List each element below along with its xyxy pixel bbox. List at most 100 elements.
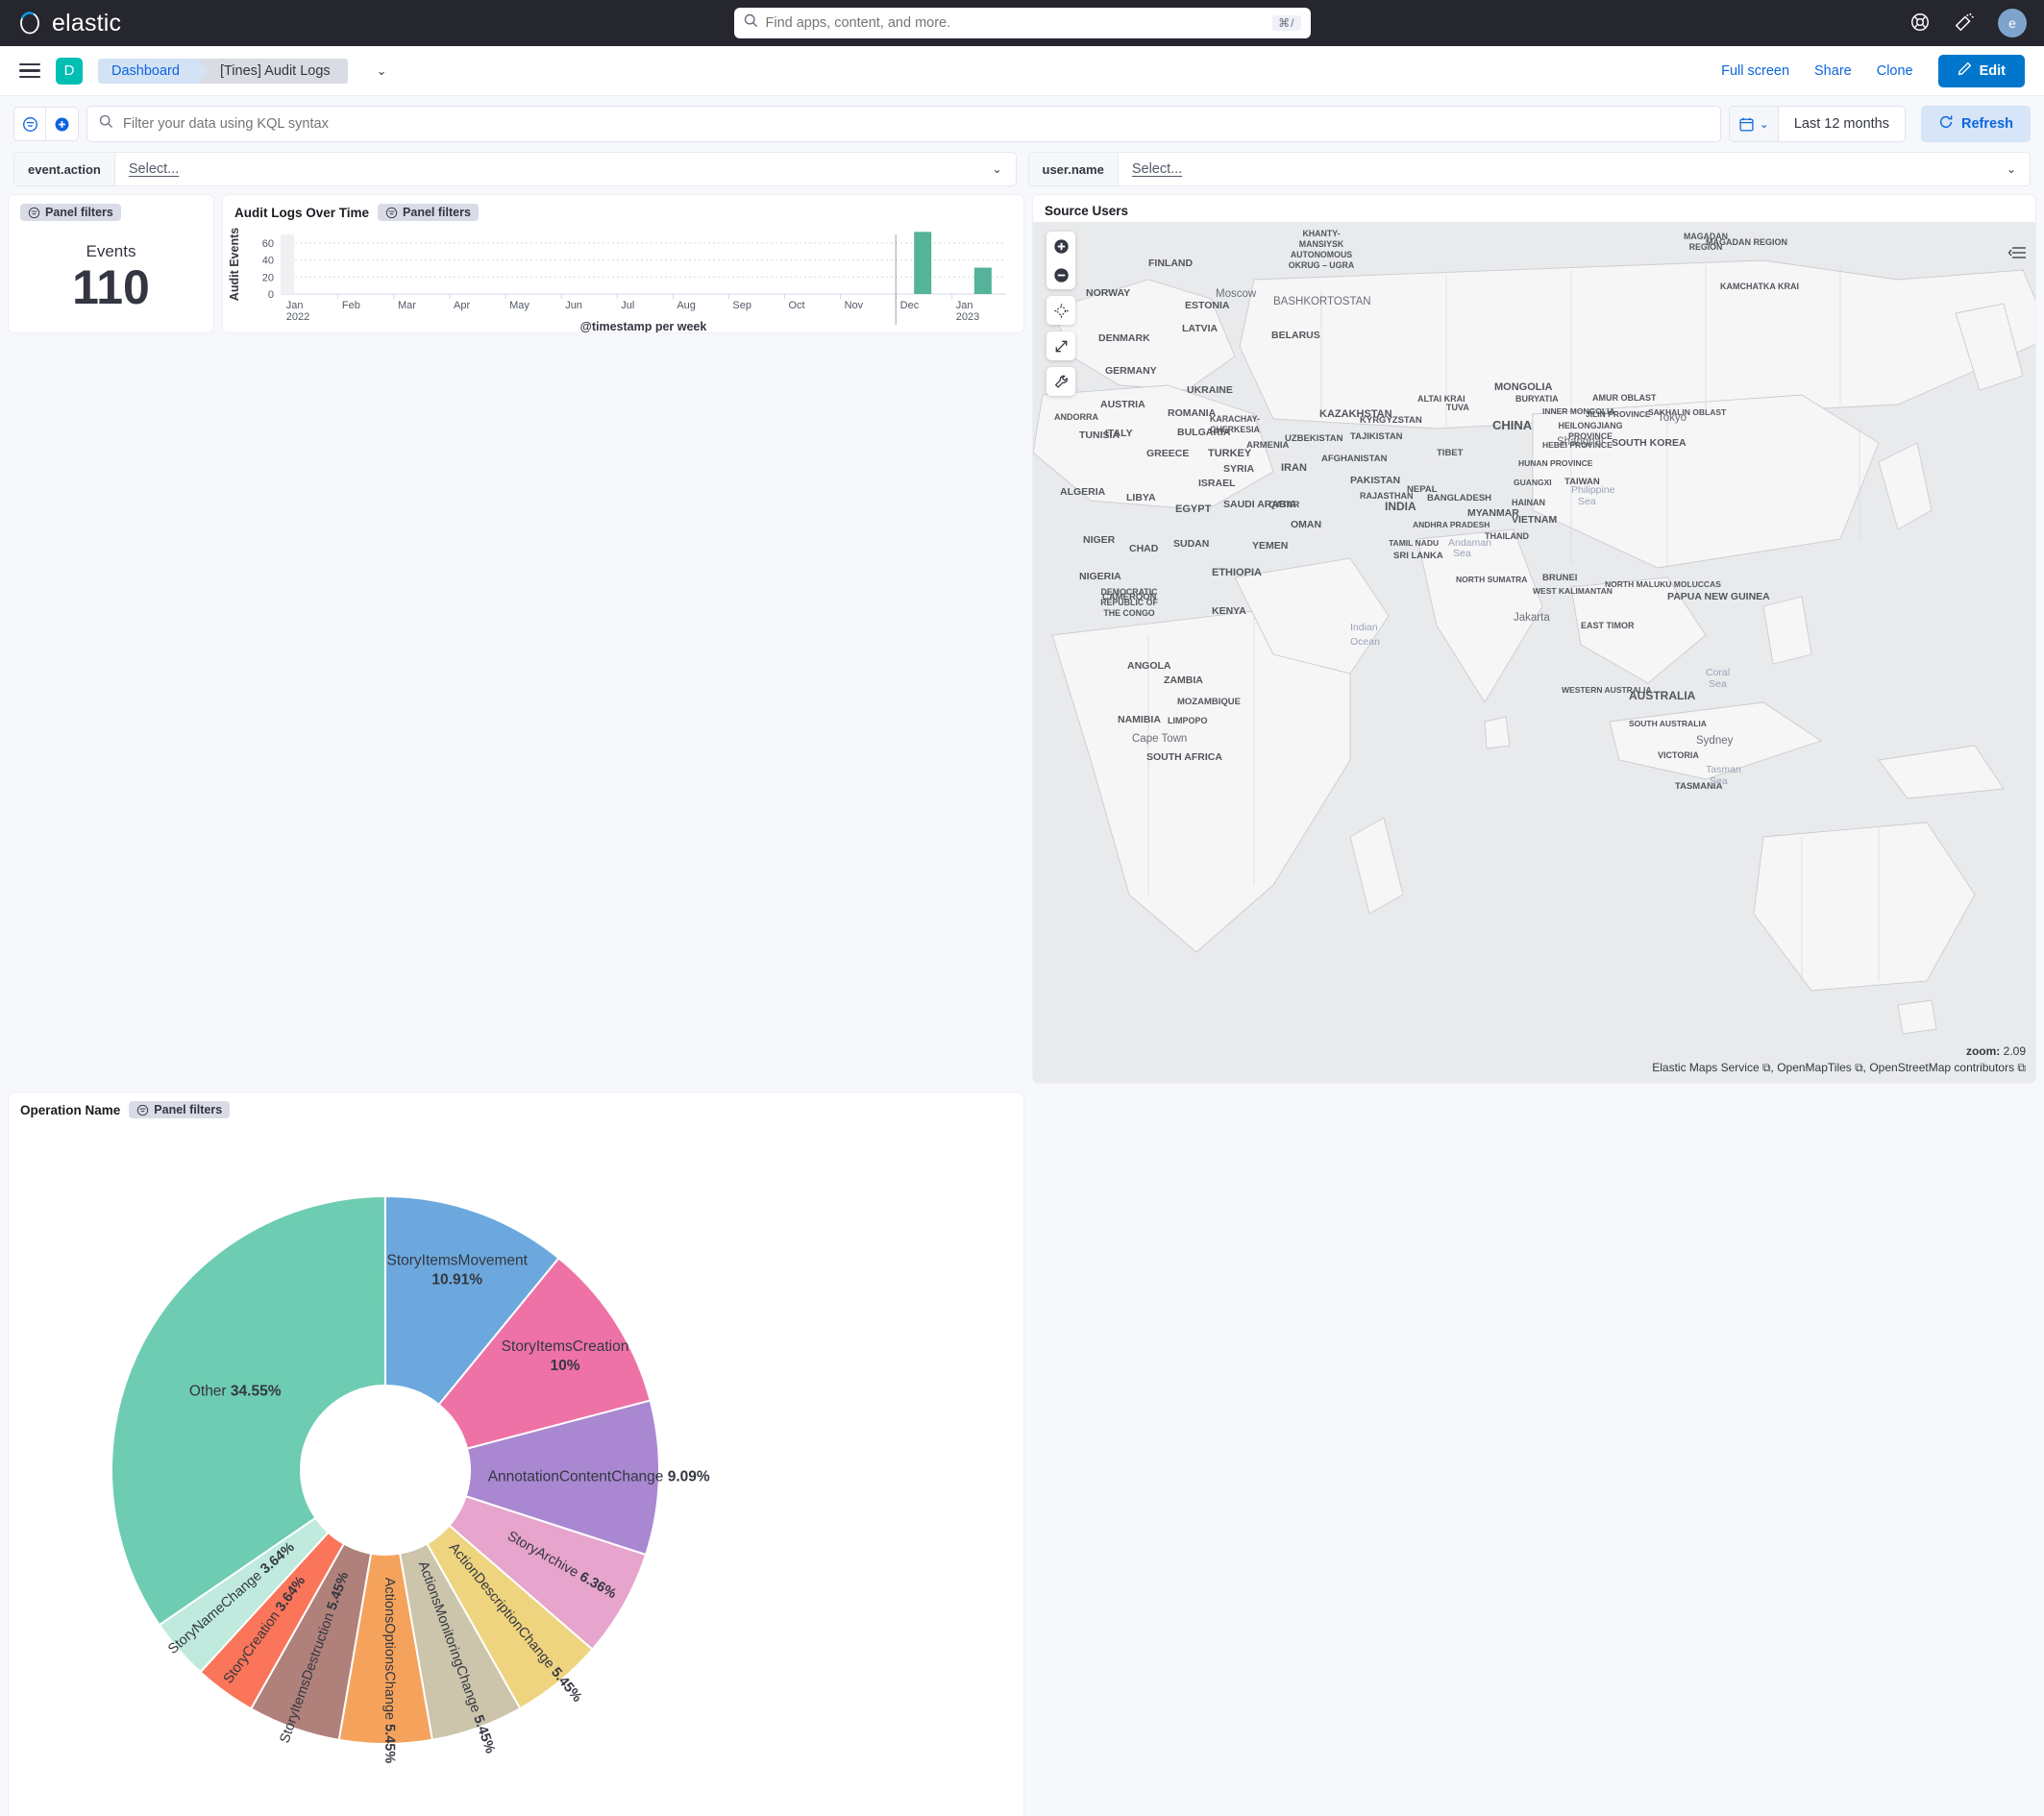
megaphone-icon[interactable] xyxy=(1954,12,1977,35)
map-country-label: EAST TIMOR xyxy=(1581,621,1635,630)
map-country-label: DEMOCRATIC xyxy=(1101,587,1159,597)
map-country-label: ANDHRA PRADESH xyxy=(1413,520,1490,529)
slice-label: StoryItemsCreation xyxy=(502,1338,629,1355)
map-country-label: CHERKESIA xyxy=(1210,425,1260,434)
svg-text:10%: 10% xyxy=(551,1358,580,1374)
breadcrumb-bar: D Dashboard [Tines] Audit Logs ⌄ Full sc… xyxy=(0,46,2044,96)
map-water-label: Tasman xyxy=(1706,764,1741,775)
panel-operation-name: Operation Name Panel filters StoryItemsM… xyxy=(8,1092,1024,1816)
clone-button[interactable]: Clone xyxy=(1877,63,1913,79)
map-country-label: LIBYA xyxy=(1126,492,1156,503)
map-water-label: Sea xyxy=(1578,496,1596,507)
x-tick-label: Nov xyxy=(845,300,864,311)
map-legend-toggle-icon[interactable] xyxy=(2008,245,2028,265)
refresh-button[interactable]: Refresh xyxy=(1921,106,2031,142)
global-search-box[interactable]: ⌘/ xyxy=(734,8,1311,38)
expand-icon[interactable] xyxy=(1047,331,1075,360)
map-country-label: AFGHANISTAN xyxy=(1321,454,1388,464)
refresh-icon xyxy=(1938,114,1954,134)
global-search-input[interactable] xyxy=(766,15,1266,31)
x-tick-label: Sep xyxy=(732,300,751,311)
chevron-down-icon[interactable]: ⌄ xyxy=(377,63,387,79)
avatar[interactable]: e xyxy=(1998,9,2027,37)
time-series-chart[interactable]: 0204060Jan2022FebMarAprMayJunJulAugSepOc… xyxy=(223,225,1024,332)
menu-icon[interactable] xyxy=(19,63,40,79)
map-water-label: Sea xyxy=(1709,678,1727,690)
control-label: user.name xyxy=(1029,153,1119,185)
zoom-out-icon[interactable] xyxy=(1047,260,1075,289)
zoom-in-icon[interactable] xyxy=(1047,232,1075,260)
control-user-name[interactable]: user.name Select... ⌄ xyxy=(1028,152,2032,186)
calendar-icon-button[interactable]: ⌄ xyxy=(1729,106,1779,142)
full-screen-button[interactable]: Full screen xyxy=(1721,63,1789,79)
chevron-down-icon[interactable]: ⌄ xyxy=(1993,162,2030,176)
map-country-label: ARMENIA xyxy=(1246,440,1289,451)
map-country-label: WESTERN AUSTRALIA xyxy=(1562,685,1652,695)
svg-text:2023: 2023 xyxy=(956,311,979,323)
map-attribution: zoom: 2.09 Elastic Maps Service ⧉, OpenM… xyxy=(1652,1044,2026,1075)
crosshair-icon[interactable] xyxy=(1047,296,1075,325)
global-header: elastic ⌘/ e xyxy=(0,0,2044,46)
panel-filters-label: Panel filters xyxy=(45,206,113,219)
elastic-logo-icon xyxy=(17,11,42,36)
map-country-label: NIGER xyxy=(1083,534,1116,546)
chevron-down-icon[interactable]: ⌄ xyxy=(978,162,1015,176)
map-locate-group xyxy=(1047,296,1075,325)
chevron-down-icon: ⌄ xyxy=(1760,117,1769,131)
bar[interactable] xyxy=(974,268,992,294)
control-value[interactable]: Select... xyxy=(1119,161,1993,177)
slice-label: StoryItemsMovement xyxy=(386,1253,528,1269)
map-country-label: NAMIBIA xyxy=(1118,714,1161,725)
map-country-label: OKRUG – UGRA xyxy=(1289,260,1355,270)
map-country-label: NORWAY xyxy=(1086,287,1130,299)
share-button[interactable]: Share xyxy=(1814,63,1852,79)
add-filter-icon[interactable] xyxy=(46,107,79,141)
map-landmass xyxy=(1898,1000,1936,1034)
map-zoom-level: zoom: 2.09 xyxy=(1652,1044,2026,1058)
control-value[interactable]: Select... xyxy=(115,161,979,177)
map-country-label: CHAD xyxy=(1129,543,1159,554)
control-event-action[interactable]: event.action Select... ⌄ xyxy=(13,152,1017,186)
filter-options-icon[interactable] xyxy=(13,107,46,141)
world-map[interactable]: FINLANDNORWAYESTONIALATVIADENMARKBELARUS… xyxy=(1033,222,2036,1077)
edit-button-label: Edit xyxy=(1980,63,2006,79)
bar[interactable] xyxy=(914,232,931,294)
map-country-label: GREECE xyxy=(1146,448,1189,459)
breadcrumb: Dashboard [Tines] Audit Logs xyxy=(98,59,348,84)
panel-filters-badge[interactable]: Panel filters xyxy=(20,204,121,221)
kql-query-bar[interactable] xyxy=(86,106,1721,142)
panel-filters-badge[interactable]: Panel filters xyxy=(378,204,479,221)
map-country-label: REGION xyxy=(1689,242,1723,252)
map-country-label: LIMPOPO xyxy=(1168,716,1208,725)
lifebuoy-icon[interactable] xyxy=(1909,12,1933,35)
breadcrumb-dashboard[interactable]: Dashboard xyxy=(98,59,197,84)
map-country-label: CHINA xyxy=(1492,418,1533,432)
panel-filters-badge[interactable]: Panel filters xyxy=(129,1101,230,1118)
panel-title: Operation Name xyxy=(20,1103,120,1117)
map-country-label: SOUTH KOREA xyxy=(1612,437,1687,449)
slice-label: ActionsOptionsChange 5.45% xyxy=(382,1578,397,1764)
refresh-label: Refresh xyxy=(1961,116,2013,132)
elastic-logo[interactable]: elastic xyxy=(17,10,121,37)
kql-query-input[interactable] xyxy=(123,116,1709,132)
edit-button[interactable]: Edit xyxy=(1938,55,2025,87)
map-zoom-value: 2.09 xyxy=(2004,1044,2026,1058)
map-country-label: THAILAND xyxy=(1485,531,1529,541)
x-tick-label: Dec xyxy=(900,300,920,311)
map-country-label: BRUNEI xyxy=(1542,573,1577,583)
map-zoom-label: zoom: xyxy=(1966,1044,2000,1058)
wrench-icon[interactable] xyxy=(1047,367,1075,396)
map-country-label: BURYATIA xyxy=(1515,394,1559,404)
dashboard-row-1: Panel filters Events 110 Audit Logs Over… xyxy=(8,194,2036,1084)
map-attribution-links[interactable]: Elastic Maps Service ⧉, OpenMapTiles ⧉, … xyxy=(1652,1061,2026,1075)
space-avatar[interactable]: D xyxy=(56,58,83,85)
map-country-label: YEMEN xyxy=(1252,540,1288,552)
y-axis-label: Audit Events xyxy=(228,228,241,301)
map-city-label: Sydney xyxy=(1696,735,1734,747)
map-country-label: UZBEKISTAN xyxy=(1285,433,1343,444)
map-city-label: Moscow xyxy=(1216,288,1257,300)
date-range-value[interactable]: Last 12 months xyxy=(1779,106,1906,142)
map-country-label: DENMARK xyxy=(1098,332,1150,344)
map-country-label: SOUTH AFRICA xyxy=(1146,751,1222,763)
operation-name-donut[interactable]: StoryItemsMovement10.91%StoryItemsCreati… xyxy=(9,1122,1024,1816)
